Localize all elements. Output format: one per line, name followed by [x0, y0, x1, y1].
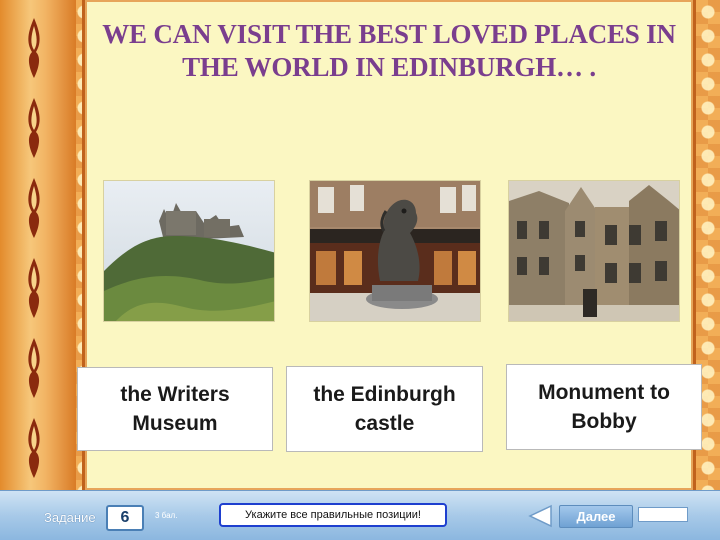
flame-ornament-icon: [22, 258, 46, 318]
slide-title: WE CAN VISIT THE BEST LOVED PLACES IN TH…: [102, 19, 676, 82]
next-button[interactable]: Далее: [559, 505, 633, 528]
triangle-left-icon[interactable]: [527, 504, 553, 528]
bobby-statue-photo: [309, 180, 481, 322]
answer-indicator-box: [638, 507, 688, 522]
points-label: 3 бал.: [155, 511, 178, 520]
dog-statue-image: [310, 181, 480, 321]
left-decorative-border: [0, 0, 76, 490]
writers-museum-photo: [508, 180, 680, 322]
instruction-hint: Укажите все правильные позиции!: [219, 503, 447, 527]
answer-card-monument-to-bobby[interactable]: Monument to Bobby: [506, 364, 702, 450]
flame-ornament-icon: [22, 98, 46, 158]
answer-card-edinburgh-castle[interactable]: the Edinburgh castle: [286, 366, 483, 452]
flame-ornament-icon: [22, 338, 46, 398]
flame-ornament-icon: [22, 418, 46, 478]
old-stone-building-image: [509, 181, 679, 321]
task-label: Задание: [44, 510, 96, 525]
task-number-badge: 6: [106, 505, 144, 531]
flame-ornament-icon: [22, 178, 46, 238]
castle-photo: [103, 180, 275, 322]
answer-card-writers-museum[interactable]: the Writers Museum: [77, 367, 273, 451]
castle-on-hill-image: [104, 181, 274, 321]
flame-ornament-icon: [22, 18, 46, 78]
